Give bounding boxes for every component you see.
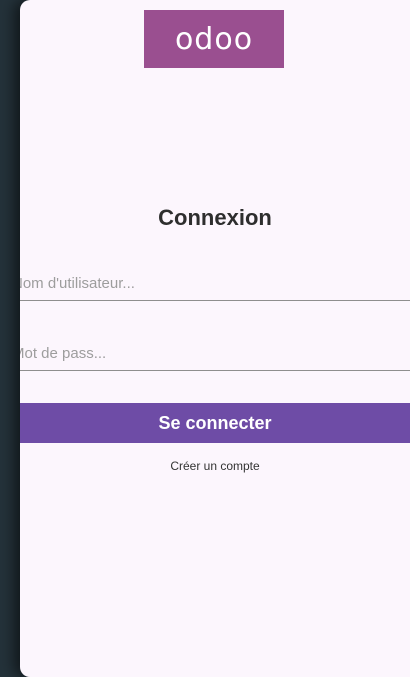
create-account-link[interactable]: Créer un compte	[20, 459, 410, 473]
login-button[interactable]: Se connecter	[20, 403, 410, 443]
username-input[interactable]	[20, 266, 410, 301]
device-frame: odoo Connexion Se connecter Créer un com…	[0, 0, 410, 677]
odoo-logo: odoo	[144, 10, 284, 68]
page-title: Connexion	[158, 205, 272, 230]
app-screen: odoo Connexion Se connecter Créer un com…	[20, 0, 410, 677]
password-input[interactable]	[20, 336, 410, 371]
logo-text: odoo	[174, 21, 254, 57]
